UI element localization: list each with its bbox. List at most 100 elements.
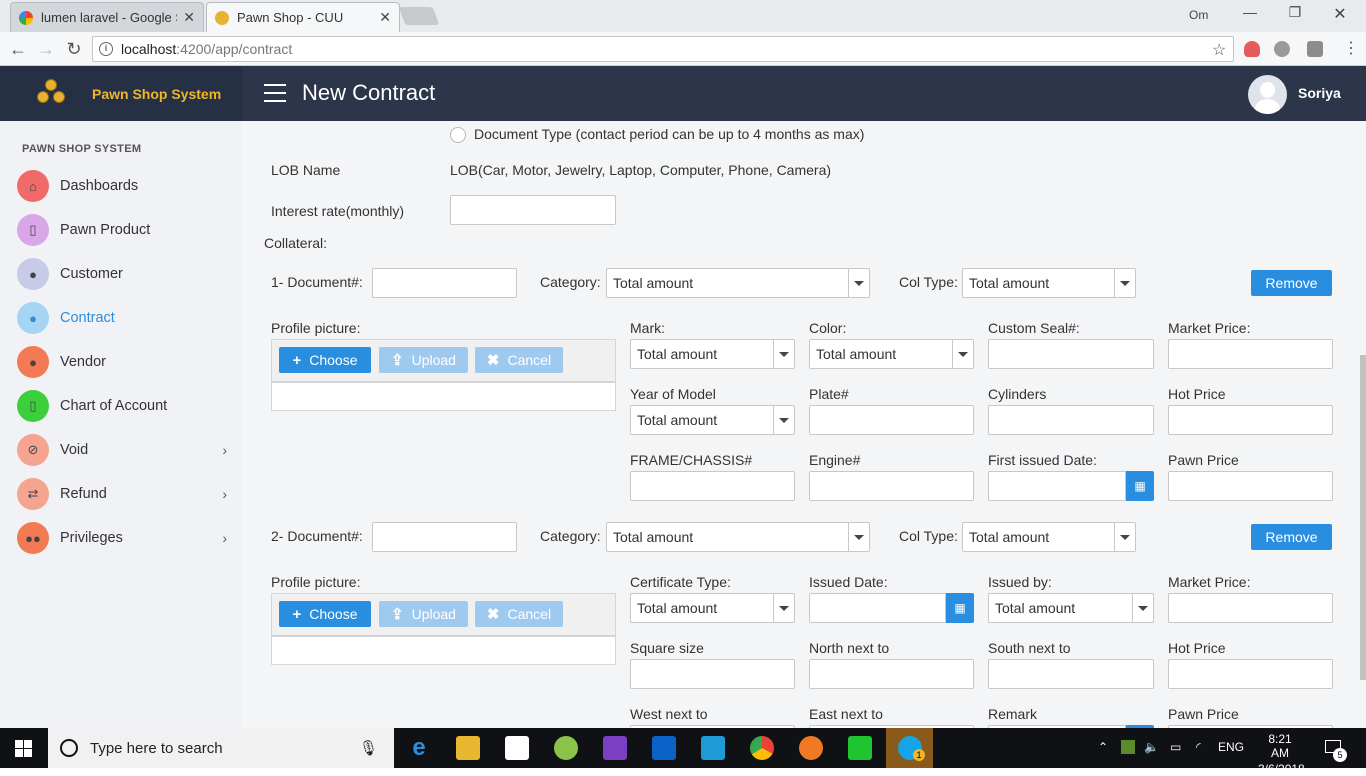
upload-icon: ⇪ <box>391 352 404 369</box>
remove-button[interactable]: Remove <box>1251 270 1332 296</box>
category-select[interactable]: Total amount <box>606 268 870 298</box>
first-issued-date-picker[interactable]: ▦ <box>988 471 1154 501</box>
square-size-input[interactable] <box>630 659 795 689</box>
browser-tab-google[interactable]: lumen laravel - Google S ✕ <box>10 2 204 32</box>
outlook-icon[interactable] <box>652 736 676 760</box>
clock[interactable]: 8:21 AM 3/6/2018 <box>1258 732 1305 776</box>
minimize-icon[interactable]: — <box>1230 4 1270 20</box>
mark-select[interactable]: Total amount <box>630 339 795 369</box>
file-explorer-icon[interactable] <box>456 736 480 760</box>
issued-date-input[interactable] <box>809 593 946 623</box>
upload-button[interactable]: ⇪ Upload <box>379 601 468 627</box>
sidebar-item-void[interactable]: ⊘ Void › <box>17 434 227 466</box>
back-icon[interactable]: ← <box>6 37 30 61</box>
market-price-input[interactable] <box>1168 339 1333 369</box>
brand[interactable]: Pawn Shop System <box>0 66 242 121</box>
sidebar-item-customer[interactable]: ● Customer <box>17 258 227 290</box>
browser-tab-pawnshop[interactable]: Pawn Shop - CUU ✕ <box>206 2 400 32</box>
document-type-radio[interactable] <box>450 127 466 143</box>
south-next-to-input[interactable] <box>988 659 1154 689</box>
choose-button[interactable]: + Choose <box>279 601 371 627</box>
document-1-input[interactable] <box>372 268 517 298</box>
pawnshop-icon <box>215 10 229 25</box>
edge-icon[interactable]: e <box>407 736 431 760</box>
extension-icon[interactable] <box>1274 41 1290 57</box>
webstorm-icon[interactable] <box>701 736 725 760</box>
store-icon[interactable] <box>505 736 529 760</box>
close-icon[interactable]: ✕ <box>379 9 391 26</box>
sidebar-item-label: Vendor <box>60 354 106 370</box>
chrome-icon[interactable] <box>750 736 774 760</box>
microphone-icon[interactable]: 🎙 <box>359 739 378 757</box>
menu-dots-icon[interactable]: ⋮ <box>1343 38 1359 58</box>
taskbar-search[interactable]: Type here to search 🎙 <box>48 728 394 768</box>
skype-taskbar-button[interactable]: 1 <box>886 728 933 768</box>
frame-chassis-input[interactable] <box>630 471 795 501</box>
first-issued-date-input[interactable] <box>988 471 1126 501</box>
windows-start-icon[interactable] <box>15 740 32 757</box>
calendar-icon[interactable]: ▦ <box>946 593 974 623</box>
tray-app-icon[interactable] <box>1121 740 1135 754</box>
phpstorm-icon[interactable] <box>603 736 627 760</box>
calendar-icon[interactable]: ▦ <box>1126 471 1154 501</box>
language-indicator[interactable]: ENG <box>1218 740 1244 754</box>
user-name[interactable]: Soriya <box>1298 85 1341 101</box>
battery-icon[interactable]: ▭ <box>1170 740 1181 754</box>
scrollbar-thumb[interactable] <box>1360 355 1366 680</box>
issued-by-select[interactable]: Total amount <box>988 593 1154 623</box>
profile-label[interactable]: Om <box>1189 8 1208 22</box>
certificate-type-select[interactable]: Total amount <box>630 593 795 623</box>
sidebar-item-chart-of-account[interactable]: ▯ Chart of Account <box>17 390 227 422</box>
market-price-input[interactable] <box>1168 593 1333 623</box>
chevron-up-icon[interactable]: ⌃ <box>1098 740 1108 754</box>
square-size-label: Square size <box>630 640 704 656</box>
android-studio-icon[interactable] <box>554 736 578 760</box>
firefox-icon[interactable] <box>799 736 823 760</box>
pocket-extension-icon[interactable] <box>1244 41 1260 57</box>
new-tab-button[interactable] <box>398 7 440 25</box>
hamburger-menu-icon[interactable] <box>264 84 286 102</box>
close-window-icon[interactable]: ✕ <box>1320 4 1360 24</box>
restore-icon[interactable]: ❐ <box>1275 4 1315 21</box>
info-icon[interactable]: i <box>99 42 113 56</box>
file-upload-dropzone[interactable] <box>271 382 616 411</box>
engine-input[interactable] <box>809 471 974 501</box>
wifi-icon[interactable]: ◜ <box>1196 740 1201 754</box>
volume-icon[interactable]: 🔈 <box>1144 740 1159 754</box>
choose-button[interactable]: + Choose <box>279 347 371 373</box>
color-select[interactable]: Total amount <box>809 339 974 369</box>
sidebar-item-privileges[interactable]: ●● Privileges › <box>17 522 227 554</box>
cancel-button[interactable]: ✖ Cancel <box>475 601 563 627</box>
avatar[interactable] <box>1248 75 1287 114</box>
cancel-button[interactable]: ✖ Cancel <box>475 347 563 373</box>
upload-button[interactable]: ⇪ Upload <box>379 347 468 373</box>
custom-seal-input[interactable] <box>988 339 1154 369</box>
address-bar[interactable]: i localhost:4200/app/contract <box>92 36 1234 62</box>
interest-rate-input[interactable] <box>450 195 616 225</box>
plate-input[interactable] <box>809 405 974 435</box>
category-select[interactable]: Total amount <box>606 522 870 552</box>
document-2-input[interactable] <box>372 522 517 552</box>
col-type-select[interactable]: Total amount <box>962 522 1136 552</box>
hot-price-input[interactable] <box>1168 405 1333 435</box>
sidebar-item-dashboards[interactable]: ⌂ Dashboards <box>17 170 227 202</box>
sidebar-item-contract[interactable]: ● Contract <box>17 302 227 334</box>
sidebar-item-refund[interactable]: ⇄ Refund › <box>17 478 227 510</box>
hot-price-input[interactable] <box>1168 659 1333 689</box>
remove-button[interactable]: Remove <box>1251 524 1332 550</box>
bookmark-star-icon[interactable]: ☆ <box>1212 40 1226 60</box>
col-type-select[interactable]: Total amount <box>962 268 1136 298</box>
north-next-to-input[interactable] <box>809 659 974 689</box>
cylinders-input[interactable] <box>988 405 1154 435</box>
sidebar-item-pawn-product[interactable]: ▯ Pawn Product <box>17 214 227 246</box>
pawn-price-input[interactable] <box>1168 471 1333 501</box>
sidebar-item-vendor[interactable]: ● Vendor <box>17 346 227 378</box>
year-of-model-select[interactable]: Total amount <box>630 405 795 435</box>
issued-date-picker[interactable]: ▦ <box>809 593 974 623</box>
reload-icon[interactable]: ↻ <box>62 37 86 61</box>
line-icon[interactable] <box>848 736 872 760</box>
extension-icon[interactable] <box>1307 41 1323 57</box>
file-upload-dropzone[interactable] <box>271 636 616 665</box>
forward-icon[interactable]: → <box>34 37 58 61</box>
close-icon[interactable]: ✕ <box>183 9 195 26</box>
